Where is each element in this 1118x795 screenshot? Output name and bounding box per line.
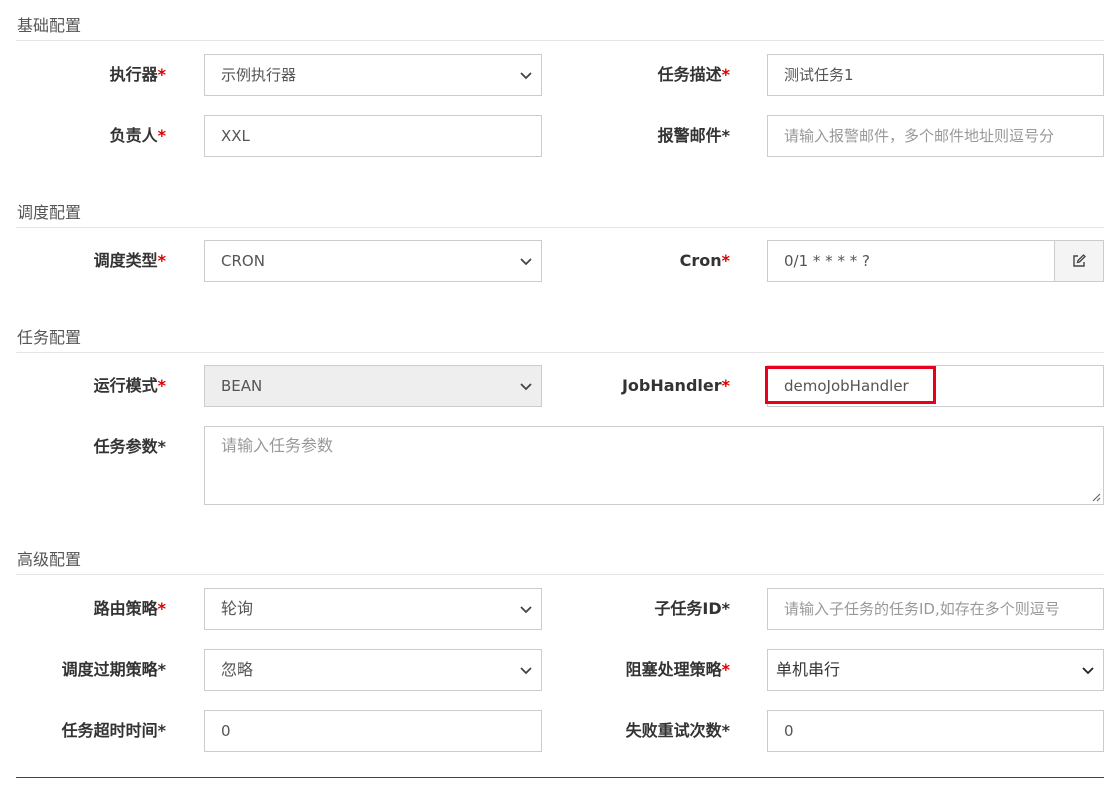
job-edit-form: 基础配置 执行器* 示例执行器 任务描述* 测试任务1 负责人* XXL 报警邮…	[0, 0, 1118, 795]
section-divider	[16, 40, 1104, 41]
job-param-label: 任务参数*	[93, 437, 166, 456]
executor-select[interactable]: 示例执行器	[204, 54, 542, 96]
route-strategy-select[interactable]: 轮询	[204, 588, 542, 630]
schedule-type-select[interactable]: CRON	[204, 240, 542, 282]
chevron-down-icon	[520, 258, 532, 266]
owner-input[interactable]: XXL	[204, 115, 542, 157]
block-strategy-select[interactable]: 单机串行	[767, 649, 1104, 691]
alarm-email-label: 报警邮件*	[657, 126, 730, 145]
fail-retry-label: 失败重试次数*	[625, 721, 730, 740]
section-title-schedule: 调度配置	[17, 203, 82, 222]
cron-label: Cron*	[679, 251, 730, 270]
fail-retry-input[interactable]: 0	[767, 710, 1104, 752]
route-strategy-label: 路由策略*	[93, 599, 166, 618]
job-handler-input[interactable]: demoJobHandler	[767, 365, 1104, 407]
edit-icon	[1073, 254, 1086, 267]
job-handler-label: JobHandler*	[621, 376, 730, 395]
executor-label: 执行器*	[109, 65, 166, 84]
chevron-down-icon	[520, 72, 532, 80]
timeout-label: 任务超时时间*	[61, 721, 166, 740]
owner-label: 负责人*	[109, 126, 166, 145]
timeout-input[interactable]: 0	[204, 710, 542, 752]
child-job-id-input[interactable]: 请输入子任务的任务ID,如存在多个则逗号	[767, 588, 1104, 630]
chevron-down-icon	[520, 667, 532, 675]
job-desc-input[interactable]: 测试任务1	[767, 54, 1104, 96]
section-title-task: 任务配置	[17, 328, 82, 347]
job-desc-label: 任务描述*	[657, 65, 730, 84]
section-title-basic: 基础配置	[17, 16, 82, 35]
chevron-down-icon	[1082, 667, 1094, 675]
section-divider	[16, 227, 1104, 228]
resize-grip-icon[interactable]	[1091, 492, 1101, 502]
misfire-strategy-select[interactable]: 忽略	[204, 649, 542, 691]
run-mode-label: 运行模式*	[93, 376, 166, 395]
section-title-advanced: 高级配置	[17, 550, 82, 569]
section-divider	[16, 352, 1104, 353]
child-job-id-label: 子任务ID*	[654, 599, 730, 618]
footer-divider	[16, 777, 1104, 778]
run-mode-select[interactable]: BEAN	[204, 365, 542, 407]
section-divider	[16, 574, 1104, 575]
job-param-textarea[interactable]: 请输入任务参数	[204, 426, 1104, 505]
chevron-down-icon	[520, 383, 532, 391]
cron-edit-button[interactable]	[1054, 240, 1104, 282]
schedule-type-label: 调度类型*	[93, 251, 166, 270]
chevron-down-icon	[520, 606, 532, 614]
misfire-strategy-label: 调度过期策略*	[61, 660, 166, 679]
alarm-email-input[interactable]: 请输入报警邮件，多个邮件地址则逗号分	[767, 115, 1104, 157]
block-strategy-label: 阻塞处理策略*	[625, 660, 730, 679]
cron-input[interactable]: 0/1 * * * * ?	[767, 240, 1055, 282]
